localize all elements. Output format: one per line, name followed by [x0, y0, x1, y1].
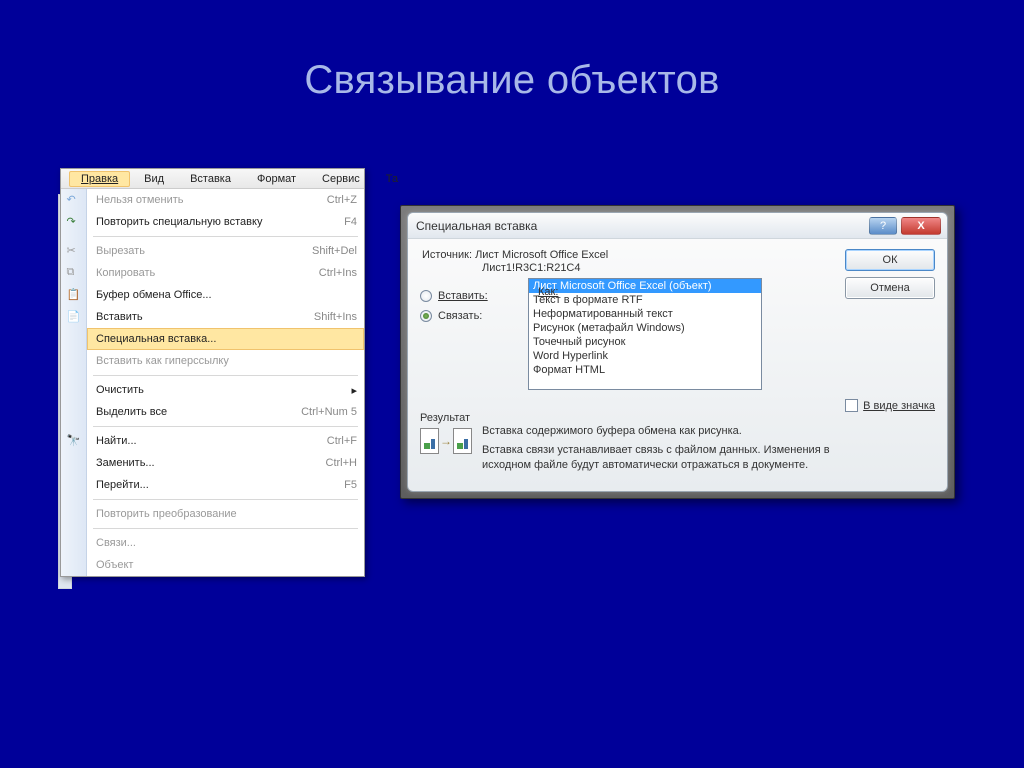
submenu-arrow-icon: ▸	[351, 384, 357, 397]
doc-icon-target	[453, 428, 472, 454]
list-option[interactable]: Рисунок (метафайл Windows)	[529, 321, 761, 335]
close-button[interactable]: X	[901, 217, 941, 235]
menu-item-label: Вставить как гиперссылку	[94, 355, 357, 367]
menu-item-label: Объект	[94, 559, 357, 571]
menu-item-1[interactable]: Повторить специальную вставкуF4	[87, 211, 364, 233]
menu-item-15[interactable]: Перейти...F5	[87, 474, 364, 496]
doc-icon-source	[420, 428, 439, 454]
as-icon-label: В виде значка	[863, 400, 935, 412]
help-button[interactable]: ?	[869, 217, 897, 235]
menu-table-cut[interactable]: Та	[374, 171, 410, 187]
menu-item-17: Повторить преобразование	[87, 503, 364, 525]
menu-item-shortcut: Shift+Ins	[314, 311, 357, 323]
menu-item-shortcut: Ctrl+H	[326, 457, 357, 469]
paste-special-frame: Специальная вставка ? X Источник: Лист M…	[400, 205, 955, 499]
menu-item-label: Выделить все	[94, 406, 301, 418]
menu-tools[interactable]: Сервис	[310, 171, 372, 187]
paste-icon: 📄	[67, 310, 81, 324]
dialog-title: Специальная вставка	[416, 219, 865, 233]
cut-icon: ✂	[67, 244, 81, 258]
menu-item-7[interactable]: Специальная вставка...	[87, 328, 364, 350]
arrow-icon: →	[440, 434, 452, 448]
dialog-titlebar: Специальная вставка ? X	[408, 213, 947, 239]
menu-item-label: Очистить	[94, 384, 351, 396]
menu-bar: Правка Вид Вставка Формат Сервис Та	[61, 169, 364, 189]
menu-items-column: Нельзя отменитьCtrl+ZПовторить специальн…	[87, 189, 364, 576]
result-icon: →	[420, 424, 472, 458]
menu-item-label: Вырезать	[94, 245, 312, 257]
menu-separator	[93, 236, 358, 237]
list-option[interactable]: Текст в формате RTF	[529, 293, 761, 307]
list-option[interactable]: Точечный рисунок	[529, 335, 761, 349]
redo-icon: ↷	[67, 215, 81, 229]
list-option[interactable]: Лист Microsoft Office Excel (объект)	[529, 279, 761, 293]
menu-item-shortcut: F5	[344, 479, 357, 491]
list-option[interactable]: Word Hyperlink	[529, 349, 761, 363]
copy-icon: ⧉	[67, 266, 81, 280]
menu-format[interactable]: Формат	[245, 171, 308, 187]
edit-menu-panel: Правка Вид Вставка Формат Сервис Та ↶ ↷ ✂ ⧉…	[60, 168, 365, 577]
slide-title: Связывание объектов	[0, 0, 1024, 143]
menu-item-label: Копировать	[94, 267, 319, 279]
radio-insert-dot	[420, 290, 432, 302]
menu-item-label: Найти...	[94, 435, 327, 447]
menu-item-4: КопироватьCtrl+Ins	[87, 262, 364, 284]
menu-item-label: Вставить	[94, 311, 314, 323]
paste-as-listbox[interactable]: Лист Microsoft Office Excel (объект)Текс…	[528, 278, 762, 390]
menu-item-label: Нельзя отменить	[94, 194, 327, 206]
menu-item-6[interactable]: ВставитьShift+Ins	[87, 306, 364, 328]
radio-link-dot	[420, 310, 432, 322]
menu-item-13[interactable]: Найти...Ctrl+F	[87, 430, 364, 452]
menu-separator	[93, 375, 358, 376]
menu-item-8: Вставить как гиперссылку	[87, 350, 364, 372]
radio-link-label: Связать:	[438, 310, 482, 322]
menu-item-14[interactable]: Заменить...Ctrl+H	[87, 452, 364, 474]
menu-item-20: Объект	[87, 554, 364, 576]
menu-item-0: Нельзя отменитьCtrl+Z	[87, 189, 364, 211]
list-option[interactable]: Формат HTML	[529, 363, 761, 377]
undo-icon: ↶	[67, 193, 81, 207]
menu-view[interactable]: Вид	[132, 171, 176, 187]
menu-item-5[interactable]: Буфер обмена Office...	[87, 284, 364, 306]
menu-item-shortcut: Ctrl+Z	[327, 194, 357, 206]
result-description: Вставка содержимого буфера обмена как ри…	[482, 424, 935, 477]
menu-item-11[interactable]: Выделить всеCtrl+Num 5	[87, 401, 364, 423]
menu-item-shortcut: Shift+Del	[312, 245, 357, 257]
menu-edit[interactable]: Правка	[69, 171, 130, 187]
paste-special-dialog: Специальная вставка ? X Источник: Лист M…	[407, 212, 948, 492]
ok-button[interactable]: ОК	[845, 249, 935, 271]
menu-item-label: Повторить преобразование	[94, 508, 357, 520]
result-label: Результат	[420, 412, 520, 424]
menu-item-label: Буфер обмена Office...	[94, 289, 357, 301]
menu-item-shortcut: Ctrl+F	[327, 435, 357, 447]
list-option[interactable]: Неформатированный текст	[529, 307, 761, 321]
menu-item-shortcut: F4	[344, 216, 357, 228]
as-label: Как:	[538, 286, 558, 298]
clipboard-icon: 📋	[67, 288, 81, 302]
menu-separator	[93, 499, 358, 500]
menu-item-10[interactable]: Очистить▸	[87, 379, 364, 401]
radio-insert[interactable]: Вставить:	[420, 286, 528, 306]
cancel-button[interactable]: Отмена	[845, 277, 935, 299]
menu-item-label: Связи...	[94, 537, 357, 549]
radio-insert-label: Вставить:	[438, 290, 488, 302]
radio-link[interactable]: Связать:	[420, 306, 528, 326]
menu-item-label: Повторить специальную вставку	[94, 216, 344, 228]
as-icon-checkbox[interactable]: В виде значка	[845, 399, 935, 412]
menu-separator	[93, 426, 358, 427]
menu-item-label: Специальная вставка...	[94, 333, 357, 345]
menu-item-shortcut: Ctrl+Num 5	[301, 406, 357, 418]
menu-item-label: Заменить...	[94, 457, 326, 469]
menu-icon-column: ↶ ↷ ✂ ⧉ 📋 📄 🔭	[61, 189, 87, 576]
menu-insert[interactable]: Вставка	[178, 171, 243, 187]
menu-separator	[93, 528, 358, 529]
menu-item-3: ВырезатьShift+Del	[87, 240, 364, 262]
menu-item-label: Перейти...	[94, 479, 344, 491]
menu-item-19: Связи...	[87, 532, 364, 554]
menu-item-shortcut: Ctrl+Ins	[319, 267, 357, 279]
binoculars-icon: 🔭	[67, 434, 81, 448]
checkbox-icon	[845, 399, 858, 412]
